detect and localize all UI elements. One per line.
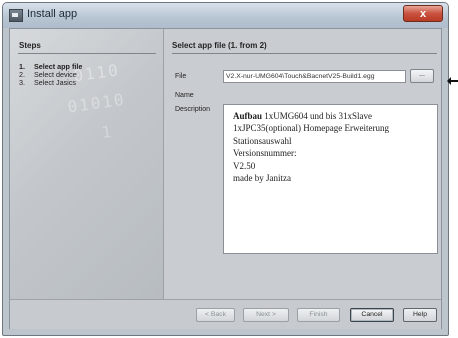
browse-button[interactable]: ... bbox=[410, 69, 434, 83]
content-heading: Select app file (1. from 2) bbox=[172, 41, 267, 50]
finish-button[interactable]: Finish bbox=[297, 308, 340, 322]
file-label: File bbox=[175, 73, 187, 80]
description-line: Stationsauswahl bbox=[233, 135, 292, 146]
svg-text:01010: 01010 bbox=[66, 90, 126, 117]
back-button[interactable]: < Back bbox=[196, 308, 235, 322]
content-panel: Select app file (1. from 2) File V2.X-nu… bbox=[164, 29, 441, 299]
next-button[interactable]: Next > bbox=[243, 308, 289, 322]
button-bar: < Back Next > Finish Cancel Help bbox=[10, 299, 441, 329]
description-line-rest: 1xUMG604 und bis 31xSlave bbox=[262, 111, 373, 121]
steps-panel: 0110 01010 1 Steps 1. Select app file 2. S… bbox=[10, 29, 164, 299]
step-number: 3. bbox=[19, 78, 25, 87]
content-divider bbox=[172, 53, 437, 54]
description-label: Description bbox=[175, 106, 211, 113]
steps-heading: Steps bbox=[19, 41, 41, 50]
install-app-dialog: Install app x 0110 01010 1 Steps 1. Selec… bbox=[2, 2, 449, 336]
wizard-frame: 0110 01010 1 Steps 1. Select app file 2. S… bbox=[9, 28, 442, 329]
description-line: Aufbau 1xUMG604 und bis 31xSlave bbox=[233, 110, 428, 122]
file-path-field[interactable]: V2.X-nur-UMG604\Touch&BacnetV25-Build1.e… bbox=[223, 70, 406, 83]
step-label: Select Jasics bbox=[34, 78, 76, 87]
description-line: made by Janitza bbox=[233, 173, 291, 184]
pointer-arrow-icon bbox=[447, 77, 458, 85]
description-line: V2.50 bbox=[233, 160, 256, 171]
description-bold-word: Aufbau bbox=[233, 111, 263, 121]
description-text-area[interactable]: Aufbau 1xUMG604 und bis 31xSlave 1xJPC35… bbox=[223, 104, 438, 254]
name-label: Name bbox=[175, 92, 194, 99]
title-bar[interactable]: Install app x bbox=[3, 3, 448, 28]
app-window-icon bbox=[9, 9, 23, 22]
cancel-button[interactable]: Cancel bbox=[350, 308, 394, 322]
svg-text:1: 1 bbox=[100, 122, 114, 142]
close-button[interactable]: x bbox=[403, 5, 443, 22]
help-button[interactable]: Help bbox=[403, 308, 437, 322]
step-item-select-jasics: 3. Select Jasics bbox=[19, 78, 76, 87]
steps-divider bbox=[18, 53, 156, 54]
window-title: Install app bbox=[27, 8, 78, 20]
description-line: 1xJPC35(optional) Homepage Erweiterung bbox=[233, 123, 389, 134]
description-line: Versionsnummer: bbox=[233, 148, 297, 159]
